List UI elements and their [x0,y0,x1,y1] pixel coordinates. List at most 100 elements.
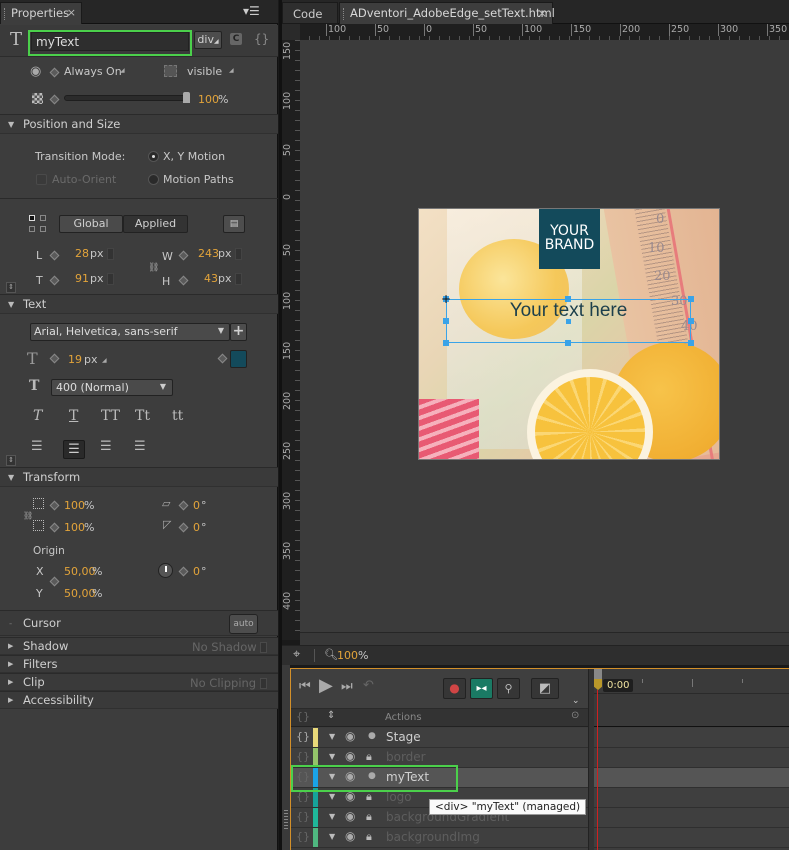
tab-document[interactable]: ADventori_AdobeEdge_setText.html × [339,2,555,24]
global-toggle[interactable]: Global [59,215,123,233]
lock-toggle[interactable] [235,273,242,285]
align-justify-icon[interactable]: ☰ [134,440,146,453]
element-name-input[interactable] [31,32,189,51]
dot-icon[interactable]: ● [368,731,376,741]
pin-button[interactable]: ⚲ [497,678,520,699]
keyframe-diamond-icon[interactable] [49,94,60,105]
font-family-select[interactable]: Arial, Helvetica, sans-serif ▼ [30,323,230,341]
resize-handle[interactable] [688,296,694,302]
section-clip[interactable]: ▶ Clip No Clipping [0,673,278,691]
skew-x-value[interactable]: 0 [193,499,200,512]
undo-icon[interactable]: ↶ [363,678,374,693]
expand-triangle-icon[interactable]: ▼ [329,792,335,801]
origin-y-value[interactable]: 50,00 [64,587,96,600]
layer-name[interactable]: logo [386,790,412,804]
braces-icon[interactable]: {} [296,830,310,843]
keyframe-diamond-icon[interactable] [49,500,60,511]
chevron-down-icon[interactable]: ⌄ [572,696,580,706]
section-position-size[interactable]: ▼ Position and Size [0,114,278,134]
L-value[interactable]: 28 [75,247,89,260]
visibility-value[interactable]: visible [187,65,222,78]
lock-icon[interactable]: 🔒︎ [366,790,372,804]
playhead-line[interactable] [597,690,598,850]
horizontal-scrollbar[interactable] [300,632,789,646]
W-value[interactable]: 243 [198,247,219,260]
center-stage-icon[interactable]: ⌖ [293,647,300,662]
panel-menu-icon[interactable]: ▾☰ [243,4,260,18]
opacity-value[interactable]: 100 [198,93,219,106]
expand-triangle-icon[interactable]: ▼ [329,812,335,821]
lock-toggle[interactable] [107,248,114,260]
opacity-slider[interactable] [64,95,188,101]
auto-transition-button[interactable]: ▸◂ [470,678,493,699]
braces-icon[interactable]: {} [296,750,310,763]
section-text[interactable]: ▼ Text [0,294,278,314]
collapse-all-icon[interactable]: ⇕ [327,710,335,721]
add-action-icon[interactable]: ⊙ [571,710,579,721]
class-icon[interactable]: C [230,33,242,45]
section-shadow[interactable]: ▶ Shadow No Shadow [0,637,278,655]
display-mode[interactable]: Always On [64,65,122,78]
keyframe-diamond-icon[interactable] [178,500,189,511]
font-size-value[interactable]: 19 [68,353,82,366]
play-icon[interactable]: ▶ [319,675,333,696]
keyframe-diamond-icon[interactable] [178,522,189,533]
zoom-icon[interactable]: 🔍︎ [324,648,338,661]
underline-button[interactable]: T [69,408,78,424]
radio-motion-paths[interactable] [148,174,159,185]
auto-keyframe-button[interactable]: ● [443,678,466,699]
close-icon[interactable]: × [537,6,547,20]
scale-y-value[interactable]: 100 [64,521,85,534]
expand-triangle-icon[interactable]: ▼ [329,732,335,741]
keyframe-diamond-icon[interactable] [178,275,189,286]
tab-code[interactable]: Code [282,2,338,24]
font-weight-select[interactable]: 400 (Normal) ▼ [51,379,173,396]
brand-logo[interactable]: YOUR BRAND [539,209,600,269]
playhead-grip[interactable] [594,669,602,679]
lock-icon[interactable]: 🔒︎ [366,810,372,824]
section-filters[interactable]: ▶ Filters [0,655,278,673]
section-accessibility[interactable]: ▶ Accessibility [0,691,278,709]
link-chain-icon[interactable]: ⛓ [23,511,33,520]
keyframe-diamond-icon[interactable] [49,522,60,533]
T-value[interactable]: 91 [75,272,89,285]
keyframe-diamond-icon[interactable] [217,353,228,364]
go-to-end-icon[interactable]: ⏭ [341,679,353,694]
align-center-icon[interactable]: ☰ [63,440,85,459]
eye-icon[interactable]: ◉ [345,809,355,823]
expand-section-icon[interactable]: ⇕ [6,455,16,466]
keyframe-diamond-icon[interactable] [49,275,60,286]
eye-icon[interactable]: ◉ [345,729,355,743]
opacity-slider-handle[interactable] [183,92,190,103]
expand-triangle-icon[interactable]: ▼ [329,752,335,761]
section-transform[interactable]: ▼ Transform [0,467,278,487]
close-icon[interactable]: × [67,6,76,19]
keyframe-diamond-icon[interactable] [178,250,189,261]
keyframe-diamond-icon[interactable] [49,576,60,587]
time-readout[interactable]: 0:00 [603,679,634,692]
lock-icon[interactable]: 🔒︎ [366,830,372,844]
resize-handle[interactable] [688,340,694,346]
easing-button[interactable]: ◩ [531,678,559,699]
layer-name[interactable]: backgroundImg [386,830,480,844]
code-braces-icon[interactable]: {} [254,32,269,46]
layer-row[interactable]: {} ▼ ◉ ● Stage [291,728,789,748]
resize-grip-icon[interactable] [284,810,288,830]
rotation-dial-icon[interactable] [158,563,173,578]
braces-icon[interactable]: {} [296,730,310,743]
radio-xy-motion[interactable] [148,151,159,162]
expand-section-icon[interactable]: ⇕ [6,282,16,293]
stage[interactable]: 0 10 20 30 40 YOUR BRAND Your text here … [418,208,720,460]
zoom-value[interactable]: 100 [337,649,358,662]
reference-point-icon[interactable] [29,215,47,233]
clip-toggle[interactable] [260,678,267,689]
tag-select[interactable]: div◢ [194,31,222,49]
layer-name[interactable]: Stage [386,730,421,744]
skew-y-value[interactable]: 0 [193,521,200,534]
italic-button[interactable]: T [33,408,42,424]
transform-origin-handle[interactable] [566,319,571,324]
units-menu-button[interactable]: ▤ [223,215,245,233]
cursor-select[interactable]: auto [229,614,258,634]
eye-icon[interactable]: ◉ [345,829,355,843]
layer-name[interactable]: border [386,750,426,764]
